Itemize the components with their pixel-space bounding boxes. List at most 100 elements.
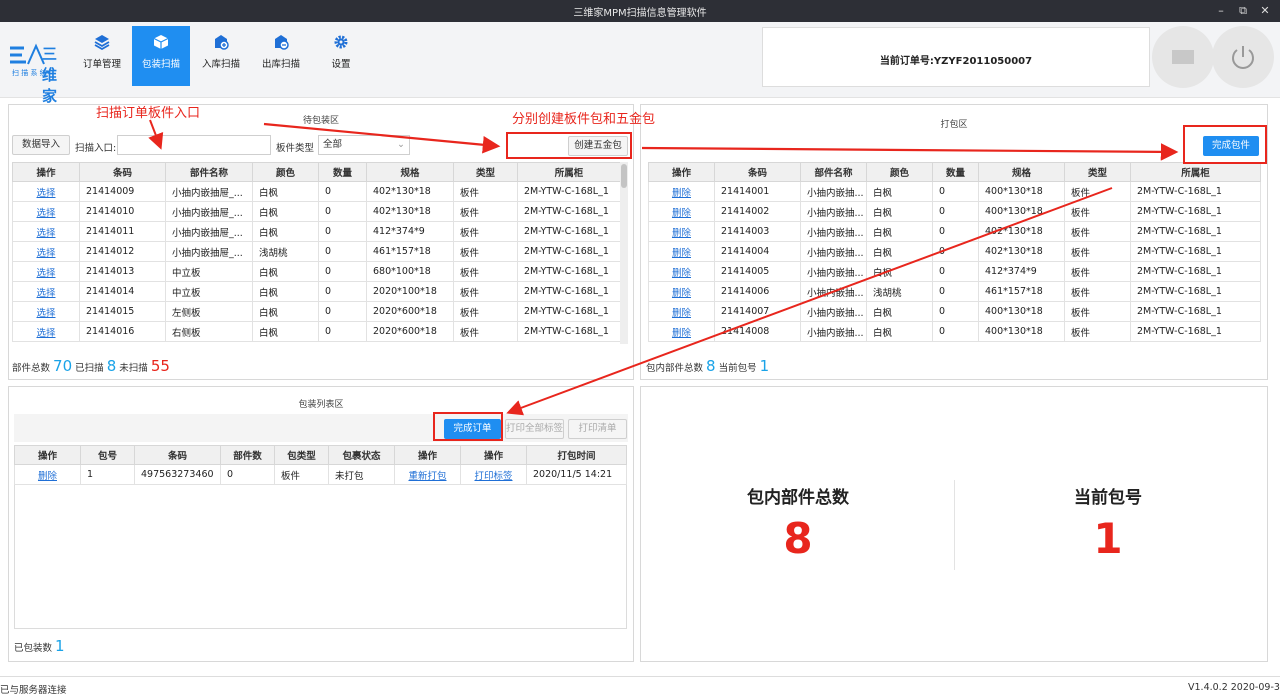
row-action-link[interactable]: 删除: [648, 261, 715, 282]
unscanned-value: 55: [150, 357, 170, 375]
column-header[interactable]: 所属柜: [1130, 162, 1261, 182]
row-action-link[interactable]: 选择: [12, 301, 80, 322]
row-action-link[interactable]: 选择: [12, 221, 80, 242]
packing-title: 打包区: [940, 120, 968, 130]
column-header[interactable]: 部件名称: [800, 162, 867, 182]
row-action-link[interactable]: 打印标签: [460, 464, 527, 485]
connection-status: 已与服务器连接: [0, 685, 67, 696]
column-header[interactable]: 颜色: [866, 162, 933, 182]
table-row[interactable]: 删除 21414008 小抽内嵌抽... 白枫 0 400*130*18 板件 2M-YTW-…: [648, 321, 1261, 342]
row-action-link[interactable]: 选择: [12, 241, 80, 262]
column-header[interactable]: 条码: [134, 445, 221, 465]
table-row[interactable]: 选择 21414011 小抽内嵌抽屉_... 白枫 0 412*374*9 板件 2M-YTW…: [12, 221, 621, 242]
row-action-link[interactable]: 选择: [12, 321, 80, 342]
table-cell: 21414007: [714, 301, 801, 322]
close-button[interactable]: ✕: [1254, 2, 1276, 20]
table-row[interactable]: 删除 21414002 小抽内嵌抽... 白枫 0 400*130*18 板件 2M-YTW-…: [648, 201, 1261, 222]
row-action-link[interactable]: 删除: [648, 281, 715, 302]
column-header[interactable]: 操作: [460, 445, 527, 465]
avatar[interactable]: [1152, 26, 1214, 88]
table-cell: 2M-YTW-C-168L_1: [517, 281, 621, 302]
row-action-link[interactable]: 删除: [648, 241, 715, 262]
table-row[interactable]: 删除 21414007 小抽内嵌抽... 白枫 0 400*130*18 板件 2M-YTW-…: [648, 301, 1261, 322]
table-cell: 2M-YTW-C-168L_1: [1130, 281, 1261, 302]
column-header[interactable]: 颜色: [252, 162, 319, 182]
table-cell: 402*130*18: [978, 221, 1065, 242]
table-row[interactable]: 选择 21414014 中立板 白枫 0 2020*100*18 板件 2M-YTW-C-16…: [12, 281, 621, 302]
table-cell: 0: [318, 281, 367, 302]
table-header-row: 操作 条码 部件名称 颜色 数量 规格 类型 所属柜: [648, 162, 1261, 182]
minimize-button[interactable]: –: [1210, 2, 1232, 20]
column-header[interactable]: 操作: [14, 445, 81, 465]
scrollbar-thumb[interactable]: [621, 164, 627, 188]
column-header[interactable]: 操作: [648, 162, 715, 182]
column-header[interactable]: 部件名称: [165, 162, 253, 182]
table-row[interactable]: 选择 21414013 中立板 白枫 0 680*100*18 板件 2M-YTW-C-168…: [12, 261, 621, 282]
print-all-labels-button[interactable]: 打印全部标签: [505, 419, 564, 439]
version-label: V1.4.0.2 2020-09-30: [1188, 682, 1280, 693]
column-header[interactable]: 操作: [12, 162, 80, 182]
table-row[interactable]: 选择 21414012 小抽内嵌抽屉_... 浅胡桃 0 461*157*18 板件 2M-Y…: [12, 241, 621, 262]
table-cell: 21414010: [79, 201, 166, 222]
panel-type-select[interactable]: 全部 ⌄: [318, 135, 410, 155]
table-row[interactable]: 选择 21414015 左侧板 白枫 0 2020*600*18 板件 2M-YTW-C-16…: [12, 301, 621, 322]
nav-outbound-scan[interactable]: 出库扫描: [252, 26, 310, 86]
table-row[interactable]: 删除 21414005 小抽内嵌抽... 白枫 0 412*374*9 板件 2M-YTW-C…: [648, 261, 1261, 282]
row-action-link[interactable]: 删除: [648, 221, 715, 242]
row-action-link[interactable]: 删除: [648, 301, 715, 322]
column-header[interactable]: 包类型: [274, 445, 329, 465]
column-header[interactable]: 打包时间: [526, 445, 627, 465]
row-action-link[interactable]: 选择: [12, 281, 80, 302]
table-row[interactable]: 选择 21414009 小抽内嵌抽屉_... 白枫 0 402*130*18 板件 2M-YT…: [12, 181, 621, 202]
import-data-button[interactable]: 数据导入: [12, 135, 70, 155]
table-row[interactable]: 删除 21414001 小抽内嵌抽... 白枫 0 400*130*18 板件 2M-YTW-…: [648, 181, 1261, 202]
table-cell: 21414004: [714, 241, 801, 262]
row-action-link[interactable]: 选择: [12, 201, 80, 222]
row-action-link[interactable]: 重新打包: [394, 464, 461, 485]
nav-settings[interactable]: 设置: [312, 26, 370, 86]
row-action-link[interactable]: 删除: [14, 464, 81, 485]
column-header[interactable]: 条码: [79, 162, 166, 182]
row-action-link[interactable]: 删除: [648, 201, 715, 222]
print-list-button[interactable]: 打印清单: [568, 419, 627, 439]
row-action-link[interactable]: 删除: [648, 181, 715, 202]
column-header[interactable]: 所属柜: [517, 162, 621, 182]
nav-order-management[interactable]: 订单管理: [73, 26, 131, 86]
nav-label: 设置: [331, 59, 351, 70]
column-header[interactable]: 操作: [394, 445, 461, 465]
table-cell: 板件: [453, 201, 518, 222]
scan-entry-input[interactable]: [117, 135, 271, 155]
column-header[interactable]: 规格: [366, 162, 454, 182]
row-action-link[interactable]: 选择: [12, 181, 80, 202]
restore-button[interactable]: ⧉: [1232, 2, 1254, 20]
table-row[interactable]: 删除 21414003 小抽内嵌抽... 白枫 0 402*130*18 板件 2M-YTW-…: [648, 221, 1261, 242]
table-row[interactable]: 选择 21414010 小抽内嵌抽屉_... 白枫 0 402*130*18 板件 2M-YT…: [12, 201, 621, 222]
table-cell: 小抽内嵌抽屉_...: [165, 201, 253, 222]
table-row[interactable]: 删除 21414006 小抽内嵌抽... 浅胡桃 0 461*157*18 板件 2M-YTW…: [648, 281, 1261, 302]
table-row[interactable]: 删除 21414004 小抽内嵌抽... 白枫 0 402*130*18 板件 2M-YTW-…: [648, 241, 1261, 262]
packed-stats: 已包装数 1: [14, 637, 65, 655]
table-row[interactable]: 删除 1 497563273460 0 板件 未打包 重新打包 打印标签 2020/11/5 1…: [14, 464, 627, 485]
table-cell: 小抽内嵌抽...: [800, 261, 867, 282]
table-cell: 0: [932, 241, 979, 262]
column-header[interactable]: 数量: [318, 162, 367, 182]
column-header[interactable]: 类型: [453, 162, 518, 182]
power-button[interactable]: [1212, 26, 1274, 88]
column-header[interactable]: 类型: [1064, 162, 1131, 182]
unscanned-label: 未扫描: [119, 363, 148, 374]
table-cell: 白枫: [866, 181, 933, 202]
column-header[interactable]: 包裹状态: [328, 445, 395, 465]
nav-package-scan[interactable]: 包装扫描: [132, 26, 190, 86]
nav-inbound-scan[interactable]: 入库扫描: [192, 26, 250, 86]
column-header[interactable]: 数量: [932, 162, 979, 182]
pending-scrollbar[interactable]: [620, 162, 628, 348]
column-header[interactable]: 包号: [80, 445, 135, 465]
column-header[interactable]: 部件数: [220, 445, 275, 465]
packed-count-label: 已包装数: [14, 643, 53, 654]
row-action-link[interactable]: 删除: [648, 321, 715, 342]
table-row[interactable]: 选择 21414016 右侧板 白枫 0 2020*600*18 板件 2M-YTW-C-16…: [12, 321, 621, 342]
scan-entry-label: 扫描入口:: [75, 143, 117, 154]
row-action-link[interactable]: 选择: [12, 261, 80, 282]
column-header[interactable]: 条码: [714, 162, 801, 182]
column-header[interactable]: 规格: [978, 162, 1065, 182]
